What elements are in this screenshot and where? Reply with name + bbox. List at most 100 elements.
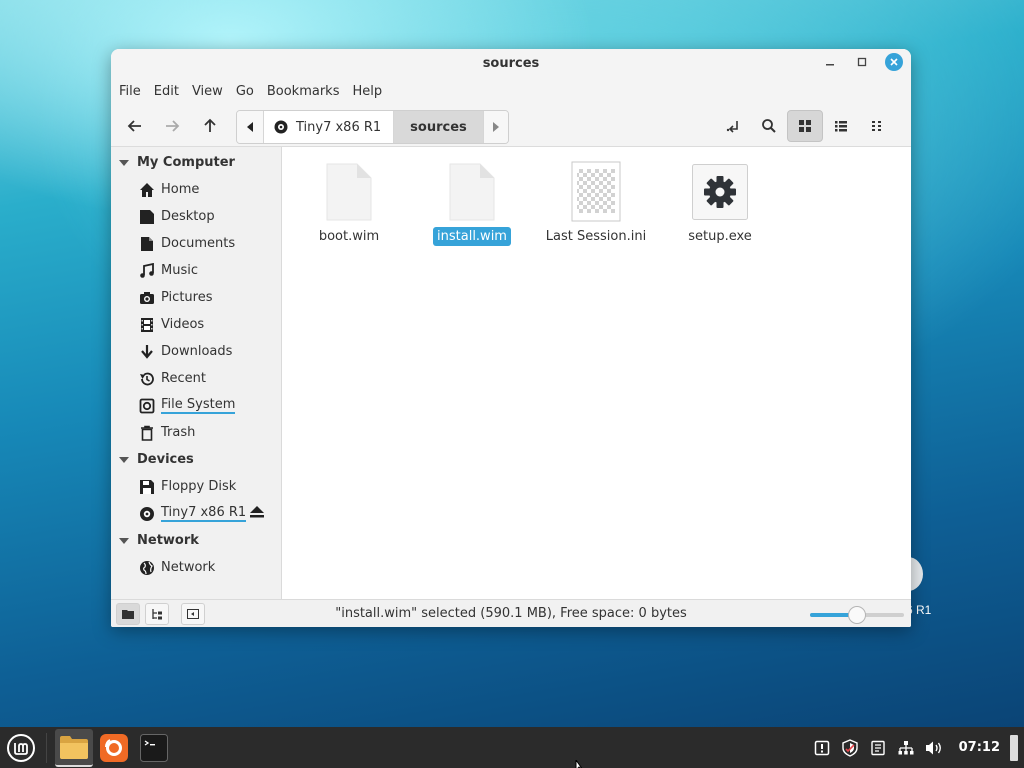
- sidebar-item-label: Pictures: [161, 290, 213, 305]
- file-item-install-wim[interactable]: install.wim: [417, 161, 527, 246]
- system-tray: 07:12: [813, 727, 1018, 768]
- breadcrumb-scroll-right[interactable]: [482, 111, 508, 143]
- videos-icon: [141, 317, 153, 332]
- expander-icon: [119, 537, 129, 544]
- trash-icon: [141, 425, 153, 441]
- sidebar-item-music[interactable]: Music: [111, 257, 281, 284]
- menu-go[interactable]: Go: [236, 84, 263, 99]
- breadcrumb-scroll-left[interactable]: [237, 111, 264, 143]
- maximize-button[interactable]: [853, 53, 871, 71]
- breadcrumb-drive-label: Tiny7 x86 R1: [296, 119, 382, 135]
- menu-view[interactable]: View: [192, 84, 232, 99]
- sidebar-item-label: Downloads: [161, 344, 233, 359]
- firefox-icon: [100, 733, 128, 762]
- gear-icon: [692, 164, 748, 220]
- menu-bookmarks[interactable]: Bookmarks: [267, 84, 349, 99]
- sidebar-item-file-system[interactable]: File System: [111, 392, 281, 419]
- sidebar-item-floppy-disk[interactable]: Floppy Disk: [111, 473, 281, 500]
- blank-file-icon: [326, 163, 372, 221]
- search-icon: [762, 119, 776, 133]
- notifications-tray[interactable]: [813, 739, 831, 757]
- documents-icon: [141, 236, 153, 251]
- menu-help[interactable]: Help: [352, 84, 391, 99]
- sidebar-item-label: Floppy Disk: [161, 479, 237, 494]
- search-button[interactable]: [751, 110, 787, 142]
- icon-view-button[interactable]: [787, 110, 823, 142]
- sidebar-item-downloads[interactable]: Downloads: [111, 338, 281, 365]
- sidebar-item-home[interactable]: Home: [111, 176, 281, 203]
- zoom-slider[interactable]: [810, 606, 904, 624]
- file-view[interactable]: boot.wim install.wim Last Session.ini se…: [282, 147, 911, 599]
- grid-view-icon: [799, 120, 811, 132]
- minimize-button[interactable]: [821, 53, 839, 71]
- forward-button[interactable]: [156, 110, 188, 142]
- taskbar-file-manager[interactable]: [55, 728, 93, 767]
- breadcrumb-drive[interactable]: Tiny7 x86 R1: [264, 111, 395, 143]
- pictures-icon: [140, 291, 154, 304]
- file-item-last-session-ini[interactable]: Last Session.ini: [541, 161, 651, 246]
- floppy-icon: [140, 479, 154, 494]
- sidebar-item-documents[interactable]: Documents: [111, 230, 281, 257]
- taskbar-terminal[interactable]: [135, 729, 173, 767]
- file-item-setup-exe[interactable]: setup.exe: [665, 161, 775, 246]
- section-network[interactable]: Network: [111, 527, 281, 554]
- sidebar-item-tiny7-drive[interactable]: Tiny7 x86 R1: [111, 500, 281, 527]
- show-places-button[interactable]: [116, 602, 140, 625]
- tree-icon: [152, 608, 162, 619]
- blank-file-icon: [449, 163, 495, 221]
- back-button[interactable]: [119, 110, 151, 142]
- maximize-icon: [857, 57, 867, 67]
- sidebar-item-pictures[interactable]: Pictures: [111, 284, 281, 311]
- taskbar-separator: [46, 732, 47, 763]
- sidebar-item-trash[interactable]: Trash: [111, 419, 281, 446]
- menu-edit[interactable]: Edit: [154, 84, 188, 99]
- file-name: Last Session.ini: [545, 229, 647, 244]
- sidebar-item-recent[interactable]: Recent: [111, 365, 281, 392]
- clipboard-tray[interactable]: [869, 739, 887, 757]
- show-treeview-button[interactable]: [145, 602, 169, 625]
- status-text: "install.wim" selected (590.1 MB), Free …: [335, 606, 687, 621]
- close-icon: [890, 58, 898, 66]
- menu-file[interactable]: File: [119, 84, 150, 99]
- zoom-knob[interactable]: [848, 606, 866, 624]
- toolbar: [111, 105, 911, 147]
- show-desktop-button[interactable]: [1010, 734, 1018, 761]
- compact-view-icon: [872, 121, 881, 131]
- sidebar-item-label: Recent: [161, 371, 206, 386]
- section-title: Network: [137, 533, 199, 548]
- update-manager-tray[interactable]: [841, 738, 859, 757]
- window-title: sources: [482, 55, 540, 71]
- eject-icon: [250, 505, 264, 517]
- compact-view-button[interactable]: [859, 110, 895, 142]
- up-button[interactable]: [194, 110, 226, 142]
- section-devices[interactable]: Devices: [111, 446, 281, 473]
- expander-icon: [119, 456, 129, 463]
- arrow-up-icon: [204, 118, 216, 132]
- sidebar-item-label: File System: [161, 396, 236, 414]
- hide-sidebar-button[interactable]: [181, 602, 205, 625]
- list-view-button[interactable]: [823, 110, 859, 142]
- list-view-icon: [835, 121, 847, 132]
- start-menu-button[interactable]: [4, 731, 38, 765]
- clock[interactable]: 07:12: [959, 740, 1000, 755]
- folder-icon: [60, 735, 88, 759]
- menubar: File Edit View Go Bookmarks Help: [111, 77, 911, 105]
- sidebar-item-desktop[interactable]: Desktop: [111, 203, 281, 230]
- sidebar-item-videos[interactable]: Videos: [111, 311, 281, 338]
- section-my-computer[interactable]: My Computer: [111, 149, 281, 176]
- section-title: My Computer: [137, 155, 235, 170]
- toggle-location-button[interactable]: [715, 110, 751, 142]
- sidebar-item-label: Home: [161, 182, 200, 197]
- network-wired-icon: [898, 740, 914, 754]
- folder-icon: [122, 609, 134, 619]
- network-tray[interactable]: [897, 739, 915, 757]
- close-button[interactable]: [885, 53, 903, 71]
- breadcrumb-current[interactable]: sources: [394, 111, 483, 143]
- titlebar[interactable]: sources: [111, 49, 911, 77]
- volume-tray[interactable]: [925, 739, 943, 757]
- eject-button[interactable]: [249, 505, 265, 523]
- music-icon: [140, 262, 154, 278]
- file-item-boot-wim[interactable]: boot.wim: [294, 161, 404, 246]
- sidebar-item-network[interactable]: Network: [111, 554, 281, 581]
- taskbar-firefox[interactable]: [95, 729, 133, 767]
